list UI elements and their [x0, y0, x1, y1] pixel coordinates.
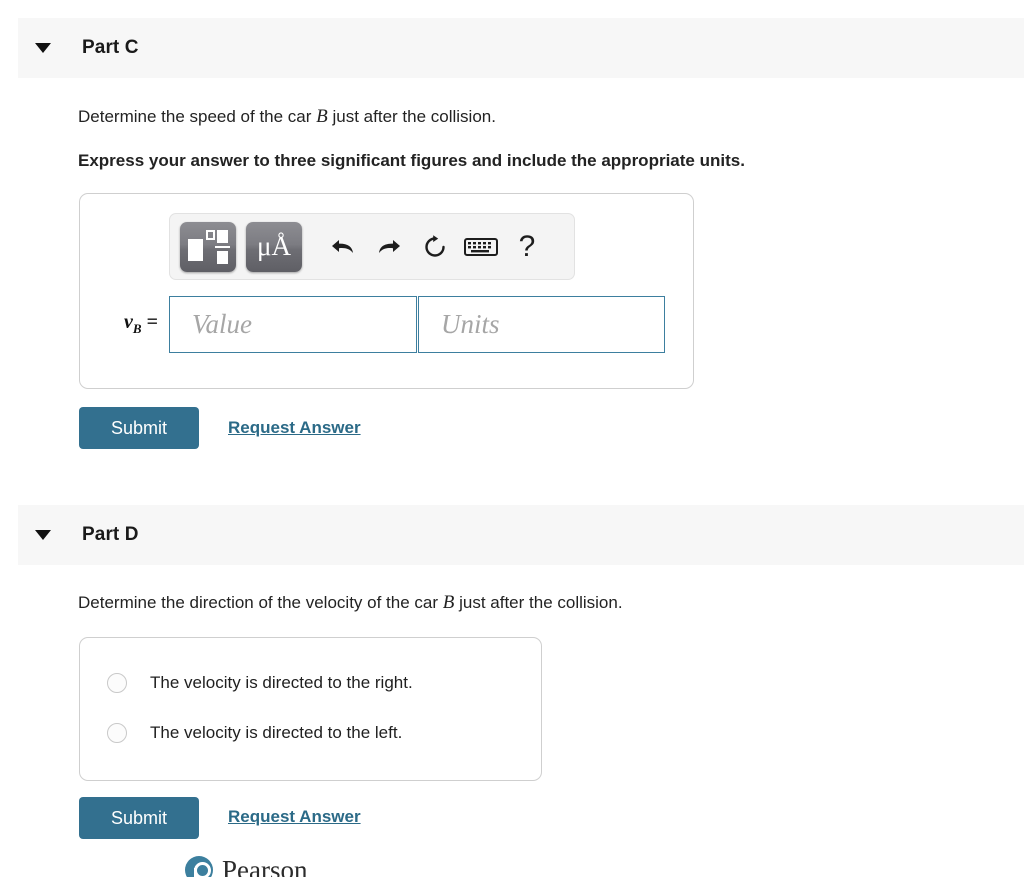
part-c-request-answer-link[interactable]: Request Answer [228, 418, 361, 438]
keyboard-button[interactable] [458, 225, 504, 269]
part-c-submit-button[interactable]: Submit [79, 407, 199, 449]
keyboard-icon [464, 237, 498, 256]
redo-icon [379, 239, 400, 253]
part-d-choice-box: The velocity is directed to the right. T… [79, 637, 542, 781]
units-palette-button[interactable]: μÅ [246, 221, 302, 272]
chevron-down-icon [35, 43, 51, 53]
part-d-prompt: Determine the direction of the velocity … [78, 592, 623, 614]
template-palette-button[interactable] [180, 221, 236, 272]
answer-input-row: vB = Value Units [80, 295, 693, 353]
part-d-title: Part D [82, 524, 139, 545]
part-c-prompt-before: Determine the speed of the car [78, 107, 312, 126]
part-d-collapse-toggle[interactable] [32, 530, 54, 540]
part-d-header[interactable]: Part D [18, 505, 1024, 565]
value-input[interactable]: Value [169, 295, 417, 353]
choice-label: The velocity is directed to the left. [150, 723, 403, 742]
pearson-wordmark: Pearson [222, 854, 308, 877]
part-d-request-answer-link[interactable]: Request Answer [228, 807, 361, 827]
pearson-logo: Pearson [185, 856, 307, 877]
part-c-answer-box: μÅ ? vB = Value Units [79, 193, 694, 389]
pearson-mark-icon [185, 856, 213, 877]
units-input[interactable]: Units [418, 295, 665, 353]
chevron-down-icon [35, 530, 51, 540]
part-c-prompt-variable: B [316, 106, 328, 127]
part-c-prompt-after: just after the collision. [332, 107, 496, 126]
choice-label: The velocity is directed to the right. [150, 673, 413, 692]
reset-button[interactable] [412, 225, 458, 269]
template-icon [188, 229, 230, 265]
part-d-submit-button[interactable]: Submit [79, 797, 199, 839]
choice-option-right[interactable]: The velocity is directed to the right. [107, 658, 541, 708]
answer-variable-label: vB = [124, 311, 158, 336]
math-toolbar: μÅ ? [169, 213, 575, 280]
part-d-prompt-after: just after the collision. [459, 593, 623, 612]
part-c-header[interactable]: Part C [18, 18, 1024, 78]
radio-button-icon[interactable] [107, 723, 127, 743]
undo-button[interactable] [320, 225, 366, 269]
part-d-prompt-variable: B [442, 592, 455, 613]
part-c-instruction: Express your answer to three significant… [78, 151, 745, 170]
question-mark-icon: ? [518, 229, 536, 263]
choice-option-left[interactable]: The velocity is directed to the left. [107, 708, 541, 758]
help-button[interactable]: ? [504, 225, 550, 269]
reset-icon [425, 234, 445, 257]
part-d-prompt-before: Determine the direction of the velocity … [78, 593, 439, 612]
part-c-title: Part C [82, 37, 139, 58]
homework-page: Part C Determine the speed of the car B … [0, 0, 1024, 877]
radio-button-icon[interactable] [107, 673, 127, 693]
undo-icon [332, 239, 353, 253]
micro-angstrom-icon: μÅ [257, 231, 291, 261]
part-c-collapse-toggle[interactable] [32, 43, 54, 53]
part-c-prompt: Determine the speed of the car B just af… [78, 106, 496, 128]
redo-button[interactable] [366, 225, 412, 269]
